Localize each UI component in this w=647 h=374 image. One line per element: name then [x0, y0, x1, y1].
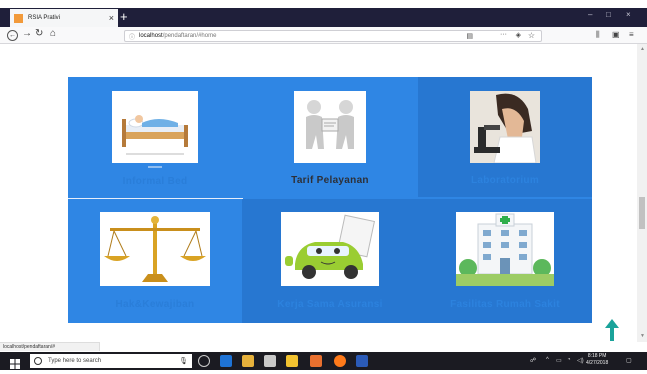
- tile-label: Fasilitas Rumah Sakit: [450, 299, 560, 310]
- people-icon[interactable]: ☍: [530, 357, 536, 364]
- tile-divider: [68, 198, 243, 199]
- minimize-button[interactable]: –: [588, 10, 592, 19]
- task-view-icon[interactable]: [198, 355, 210, 367]
- notifications-icon[interactable]: ▢: [626, 357, 632, 364]
- search-placeholder: Type here to search: [48, 358, 102, 364]
- new-tab-button[interactable]: +: [120, 8, 128, 26]
- microscope-icon: [470, 91, 540, 163]
- xampp-icon[interactable]: [310, 355, 322, 367]
- handshake-icon: [294, 91, 366, 163]
- reload-icon[interactable]: ↻: [35, 28, 43, 39]
- forward-arrow-icon[interactable]: →: [22, 28, 32, 39]
- tile-fasilitas-rumah-sakit[interactable]: Fasilitas Rumah Sakit: [418, 199, 592, 323]
- firefox-icon[interactable]: [334, 355, 346, 367]
- mail-icon[interactable]: [264, 355, 276, 367]
- windows-taskbar: Type here to search 🎙 ☍ ^ ▭ ◔ ◁) ▢: [0, 352, 647, 370]
- tile-label: Laboratorium: [470, 175, 540, 186]
- car-insurance-icon: [281, 212, 379, 286]
- tab-close-icon[interactable]: ×: [109, 13, 114, 23]
- volume-icon[interactable]: ◁): [577, 357, 584, 364]
- library-icon[interactable]: ⫼: [596, 30, 600, 40]
- clock-time: 8:18 PM: [587, 353, 607, 359]
- tile-label: Tarif Pelayanan: [291, 175, 369, 186]
- url-host: localhost: [139, 33, 163, 39]
- tile-underline: [148, 166, 162, 168]
- tile-tarif-pelayanan[interactable]: Tarif Pelayanan: [242, 77, 418, 197]
- windows-start-icon[interactable]: [10, 356, 20, 369]
- store-icon[interactable]: [242, 355, 254, 367]
- back-arrow-icon[interactable]: ←: [7, 30, 18, 41]
- bed-icon: [112, 91, 198, 163]
- bookmark-star-icon[interactable]: ☆: [528, 31, 535, 40]
- back-to-top-icon[interactable]: [605, 319, 619, 341]
- hospital-icon: [456, 212, 554, 286]
- favicon-icon: [14, 13, 23, 23]
- tab-title: RSIA Prativi: [28, 15, 61, 21]
- tile-label: Hak&Kewajiban: [115, 299, 195, 310]
- cortana-icon: [34, 357, 42, 365]
- scroll-up-icon[interactable]: ▲: [640, 46, 645, 52]
- tray-chevron-icon[interactable]: ^: [546, 357, 549, 363]
- tile-label: Informal Bed: [122, 176, 188, 187]
- address-bar[interactable]: ⓘ localhost /pendaftaran/#home ▤ ··· ◈ ☆: [124, 30, 542, 42]
- status-url: localhost/pendaftaran/#: [0, 342, 100, 351]
- browser-navbar: ← → ↻ ⌂ ⓘ localhost /pendaftaran/#home ▤…: [0, 27, 647, 44]
- tile-hak-kewajiban[interactable]: Hak&Kewajiban: [68, 199, 242, 323]
- url-path: /pendaftaran/#home: [162, 33, 217, 39]
- clock-date: 4/27/2018: [586, 360, 609, 366]
- file-explorer-icon[interactable]: [286, 355, 298, 367]
- scrollbar-thumb[interactable]: [639, 197, 645, 229]
- tile-kerja-sama-asuransi[interactable]: Kerja Sama Asuransi: [242, 199, 418, 323]
- home-icon[interactable]: ⌂: [50, 28, 56, 39]
- tile-label: Kerja Sama Asuransi: [277, 299, 383, 310]
- service-grid: Informal Bed Tarif Pelayanan Laboratoriu…: [68, 77, 592, 323]
- site-info-icon[interactable]: ⓘ: [129, 32, 135, 41]
- scales-icon: [100, 212, 210, 286]
- taskbar-search-input[interactable]: Type here to search 🎙: [30, 354, 192, 368]
- pocket-icon[interactable]: ◈: [516, 31, 521, 39]
- word-icon[interactable]: [356, 355, 368, 367]
- tile-informal-bed[interactable]: Informal Bed: [68, 77, 242, 197]
- maximize-button[interactable]: □: [606, 10, 611, 19]
- tile-laboratorium[interactable]: Laboratorium: [418, 77, 592, 197]
- browser-tab[interactable]: RSIA Prativi ×: [10, 9, 118, 27]
- menu-icon[interactable]: ≡: [629, 30, 634, 39]
- network-icon[interactable]: ◔: [567, 357, 571, 363]
- sidebar-icon[interactable]: ▣: [612, 30, 620, 39]
- page-scrollbar[interactable]: [637, 44, 647, 342]
- taskbar-clock[interactable]: 8:18 PM 4/27/2018: [586, 353, 608, 367]
- reader-view-icon[interactable]: ▤: [466, 32, 473, 40]
- scroll-down-icon[interactable]: ▼: [640, 333, 645, 339]
- close-window-button[interactable]: ×: [626, 10, 631, 19]
- microphone-icon[interactable]: 🎙: [179, 357, 188, 365]
- edge-icon[interactable]: [220, 355, 232, 367]
- battery-icon[interactable]: ▭: [556, 357, 562, 364]
- page-actions-icon[interactable]: ···: [500, 31, 507, 38]
